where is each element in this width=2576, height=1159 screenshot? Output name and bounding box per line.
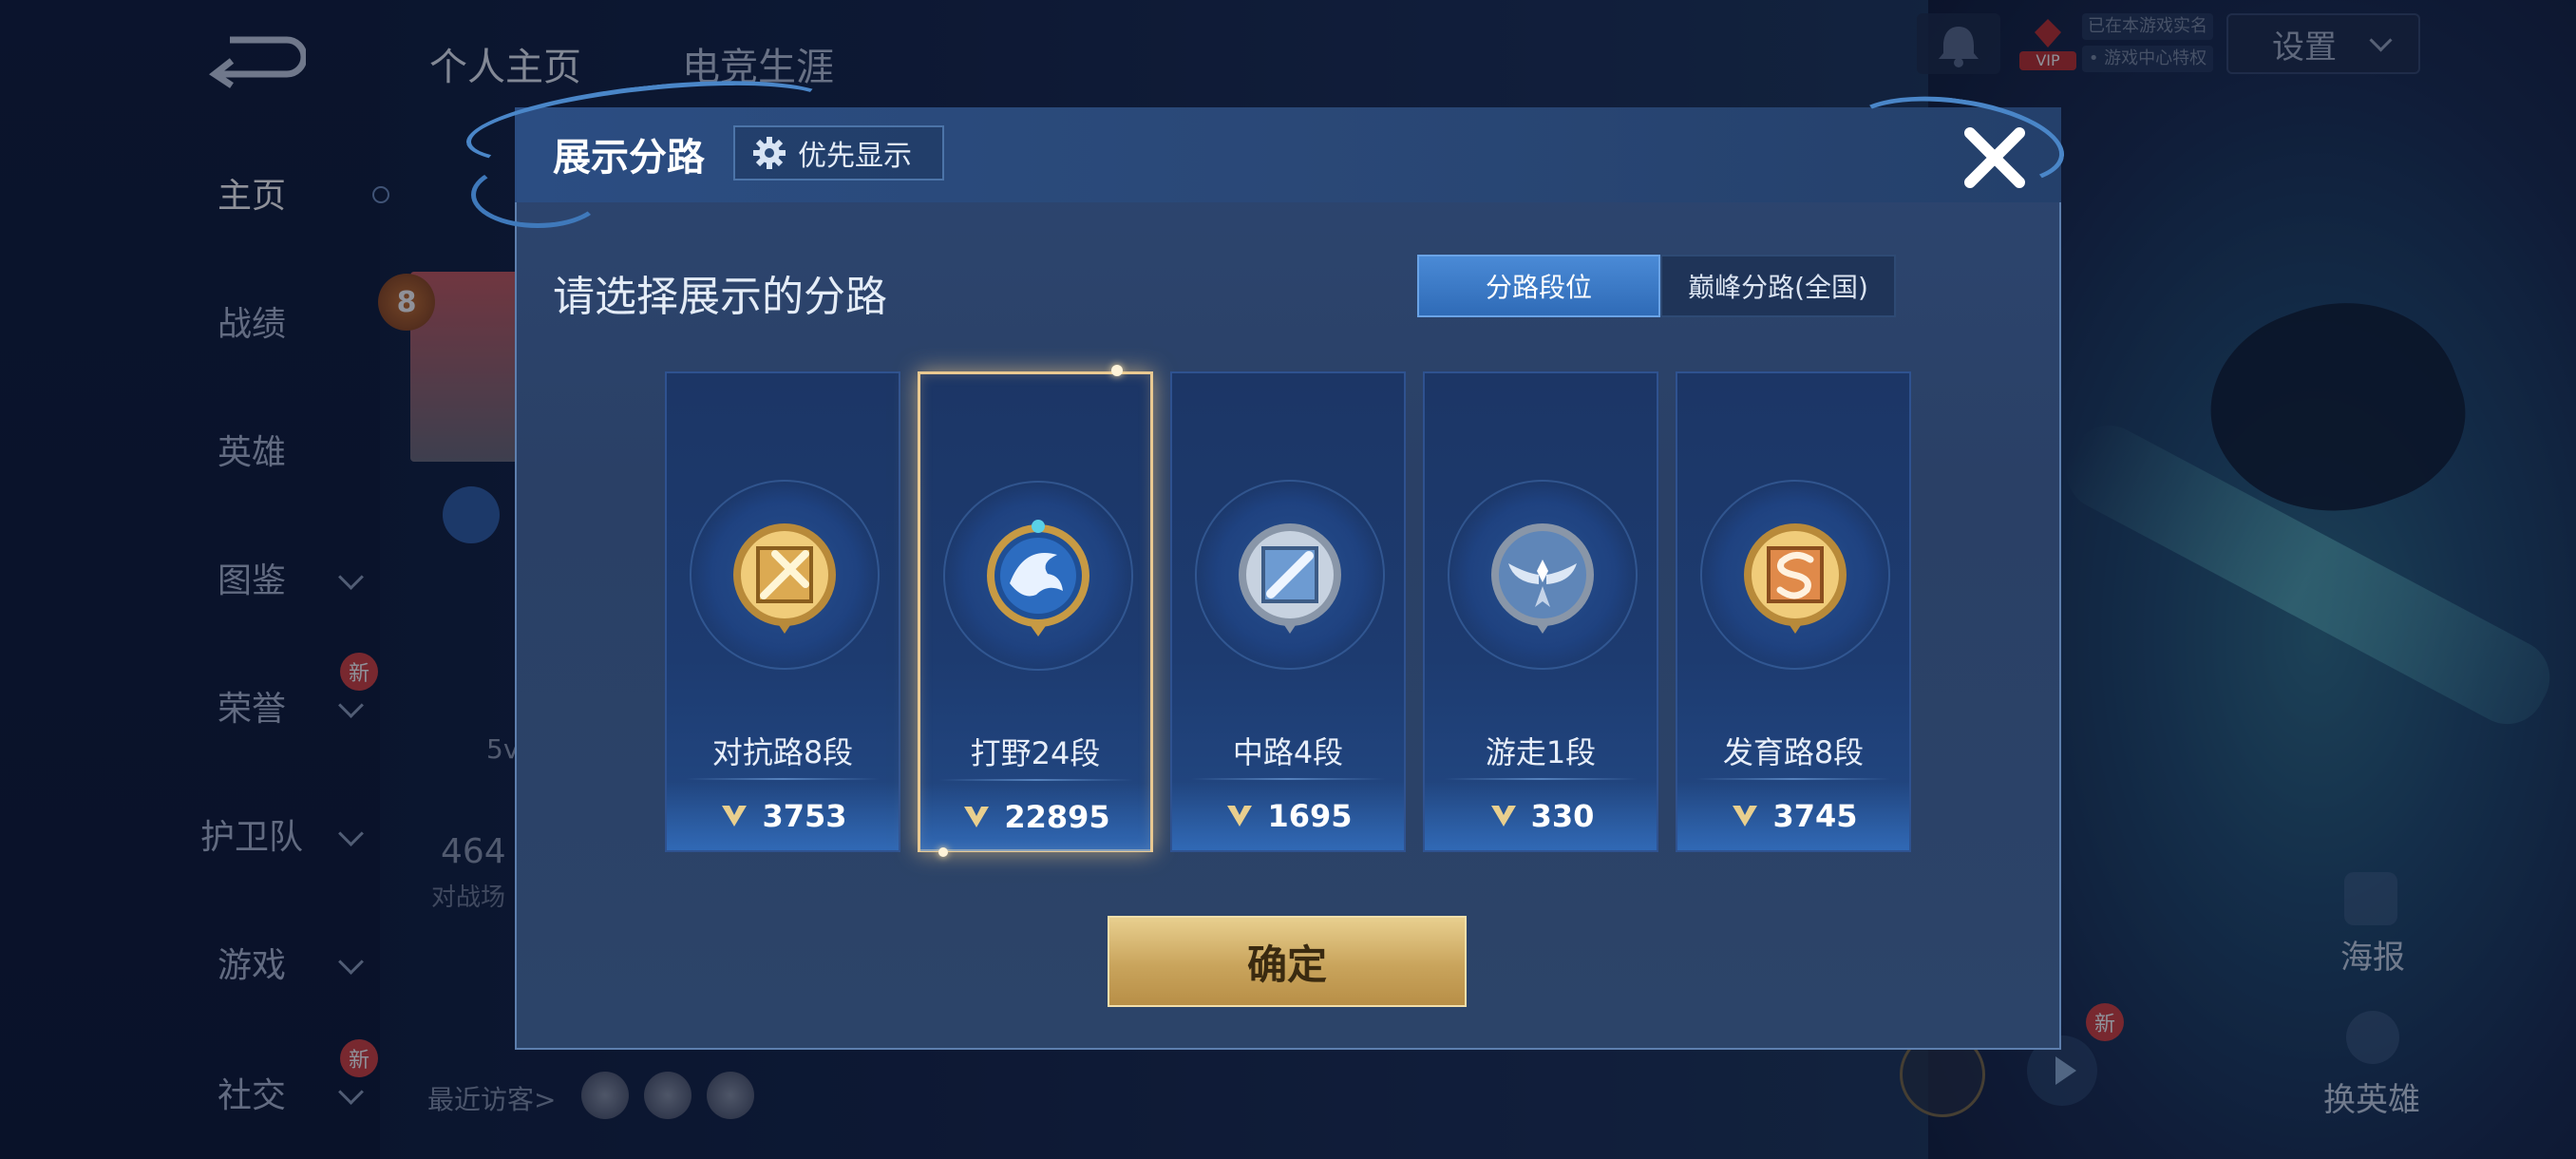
- dialog-title: 展示分路: [553, 136, 705, 180]
- lane-name: 打野24段: [970, 735, 1101, 771]
- points-value: 22895: [1004, 799, 1110, 835]
- silver-wings-icon: [1491, 523, 1594, 634]
- lane-points: 330: [1425, 782, 1657, 850]
- silver-slash-icon: [1239, 523, 1341, 634]
- lane-card-jungle[interactable]: 打野24段 22895: [918, 371, 1153, 852]
- gear-icon: [753, 137, 786, 169]
- selection-sparkle: [1111, 365, 1123, 376]
- divider: [1444, 778, 1638, 780]
- selection-sparkle: [938, 847, 948, 857]
- points-value: 3753: [762, 798, 847, 834]
- lane-points: 1695: [1172, 782, 1404, 850]
- points-icon: [1490, 806, 1516, 826]
- blue-dragon-icon: [987, 520, 1089, 636]
- points-icon: [1733, 806, 1758, 826]
- priority-button-label: 优先显示: [798, 140, 912, 173]
- points-value: 330: [1530, 798, 1595, 834]
- points-value: 1695: [1267, 798, 1353, 834]
- gold-crossed-swords-icon: [733, 523, 836, 634]
- points-value: 3745: [1772, 798, 1858, 834]
- lane-name: 发育路8段: [1722, 734, 1865, 770]
- priority-display-button[interactable]: 优先显示: [733, 125, 944, 180]
- points-icon: [1227, 806, 1253, 826]
- lane-points: 22895: [920, 783, 1150, 851]
- divider: [1696, 778, 1890, 780]
- tab-lane-rank[interactable]: 分路段位: [1417, 255, 1660, 317]
- divider: [686, 778, 880, 780]
- lane-card-top[interactable]: 对抗路8段 3753: [665, 371, 900, 852]
- lane-name: 中路4段: [1232, 734, 1344, 770]
- divider: [1191, 778, 1385, 780]
- lane-card-roam[interactable]: 游走1段 330: [1423, 371, 1658, 852]
- divider: [939, 779, 1133, 781]
- lane-card-mid[interactable]: 中路4段 1695: [1170, 371, 1406, 852]
- dialog-subtitle: 请选择展示的分路: [553, 273, 887, 321]
- tab-peak-lane-national[interactable]: 巅峰分路(全国): [1660, 255, 1896, 317]
- lane-name: 对抗路8段: [711, 734, 854, 770]
- lane-name: 游走1段: [1485, 734, 1597, 770]
- lane-points: 3745: [1677, 782, 1909, 850]
- points-icon: [722, 806, 748, 826]
- confirm-button[interactable]: 确定: [1108, 916, 1467, 1007]
- gold-s-icon: [1744, 523, 1847, 634]
- points-icon: [964, 807, 990, 827]
- close-icon[interactable]: [1955, 118, 2035, 198]
- lane-points: 3753: [667, 782, 899, 850]
- lane-card-farm[interactable]: 发育路8段 3745: [1676, 371, 1911, 852]
